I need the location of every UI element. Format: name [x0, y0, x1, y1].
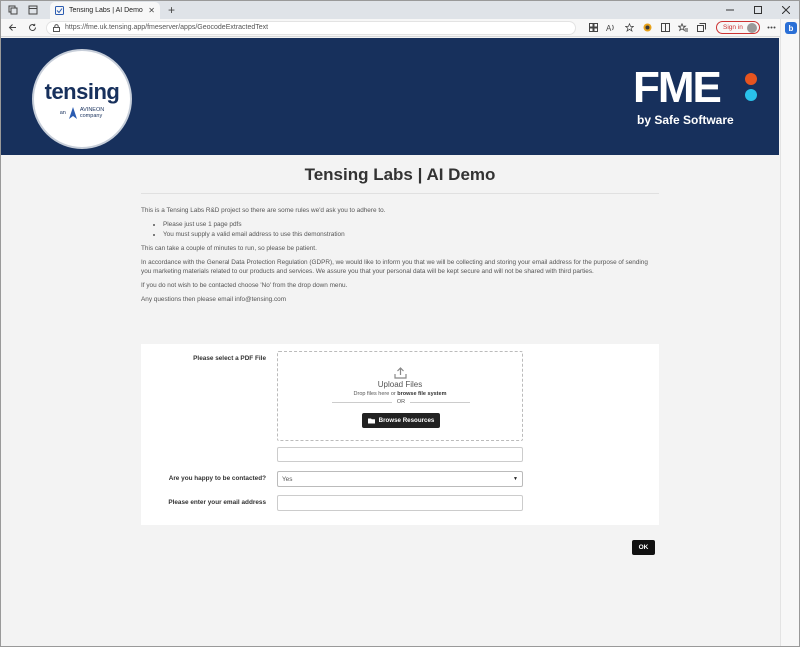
- main-content: Tensing Labs | AI Demo This is a Tensing…: [141, 155, 659, 309]
- or-divider: OR: [332, 399, 470, 406]
- sign-in-button[interactable]: Sign in: [716, 21, 760, 34]
- tab-title: Tensing Labs | AI Demo: [69, 7, 143, 14]
- contact-label: Are you happy to be contacted?: [168, 475, 266, 482]
- or-text: OR: [396, 399, 406, 405]
- web-page: tensing an AVINEON company FME by Safe S…: [0, 38, 779, 647]
- workspaces-icon[interactable]: [6, 3, 20, 17]
- bing-chat-icon[interactable]: b: [785, 22, 797, 34]
- fme-logo: FME by Safe Software: [633, 66, 763, 136]
- favorite-star-icon[interactable]: [620, 20, 638, 36]
- dropdown-caret-icon: ▼: [513, 476, 518, 482]
- gdpr-paragraph: In accordance with the General Data Prot…: [141, 259, 648, 275]
- app-available-icon[interactable]: [584, 20, 602, 36]
- more-options-icon[interactable]: [764, 20, 780, 36]
- form-panel: Please select a PDF File Upload Files Dr…: [141, 344, 659, 525]
- rule-item: You must supply a valid email address to…: [163, 230, 659, 239]
- rule-item: Please just use 1 page pdfs: [163, 220, 659, 229]
- questions-paragraph: Any questions then please email info@ten…: [141, 296, 287, 303]
- browser-tab-bar: Tensing Labs | AI Demo ✕ +: [0, 0, 800, 19]
- favorites-icon[interactable]: [674, 20, 692, 36]
- upload-files-title: Upload Files: [377, 380, 423, 389]
- lock-icon[interactable]: [53, 23, 60, 32]
- read-aloud-icon[interactable]: A: [602, 20, 620, 36]
- fme-blue-dot: [745, 89, 757, 101]
- close-window-icon[interactable]: [772, 0, 800, 19]
- page-title: Tensing Labs | AI Demo: [141, 165, 659, 194]
- intro-paragraph-2: This can take a couple of minutes to run…: [141, 245, 317, 252]
- browse-resources-button[interactable]: Browse Resources: [362, 413, 440, 428]
- email-label: Please enter your email address: [168, 499, 266, 506]
- favicon-icon: [55, 6, 64, 15]
- contact-select[interactable]: Yes ▼: [277, 471, 523, 487]
- window-controls: [716, 0, 800, 19]
- drop-files-text: Drop files here or browse file system: [278, 391, 522, 397]
- close-tab-icon[interactable]: ✕: [148, 6, 155, 15]
- intro-text: This is a Tensing Labs R&D project so th…: [141, 206, 659, 304]
- pdf-file-label: Please select a PDF File: [193, 355, 266, 362]
- back-arrow-icon[interactable]: [4, 20, 20, 36]
- address-bar[interactable]: https://fme.uk.tensing.app/fmeserver/app…: [46, 20, 576, 35]
- new-tab-button[interactable]: +: [168, 3, 175, 17]
- url-text: https://fme.uk.tensing.app/fmeserver/app…: [65, 24, 269, 31]
- extension-icon[interactable]: [638, 20, 656, 36]
- tab-actions-icon[interactable]: [26, 3, 40, 17]
- browse-resources-label: Browse Resources: [378, 417, 435, 424]
- browser-tools: A: [584, 20, 710, 36]
- collections-icon[interactable]: [692, 20, 710, 36]
- header-banner: tensing an AVINEON company FME by Safe S…: [0, 38, 779, 155]
- tensing-logo-word: tensing: [44, 79, 120, 104]
- folder-open-icon: [367, 418, 376, 424]
- optout-paragraph: If you do not wish to be contacted choos…: [141, 282, 348, 289]
- tensing-logo: tensing an AVINEON company: [32, 49, 132, 149]
- file-drop-zone[interactable]: Upload Files Drop files here or browse f…: [277, 351, 523, 441]
- fme-by-safe-software: by Safe Software: [637, 113, 734, 127]
- refresh-icon[interactable]: [24, 20, 40, 36]
- edge-sidebar: b: [780, 19, 800, 647]
- split-screen-icon[interactable]: [656, 20, 674, 36]
- drop-files-prefix: Drop files here or: [353, 391, 396, 397]
- profile-avatar-icon: [746, 22, 757, 33]
- email-input[interactable]: [277, 495, 523, 511]
- avineon-mark-icon: [68, 107, 77, 119]
- fme-logo-word: FME: [633, 63, 722, 112]
- selected-file-input[interactable]: [277, 447, 523, 462]
- browse-file-system-link[interactable]: browse file system: [397, 391, 446, 397]
- browser-toolbar: https://fme.uk.tensing.app/fmeserver/app…: [0, 19, 800, 37]
- ok-button[interactable]: OK: [632, 540, 655, 555]
- logo-company-text: company: [79, 113, 103, 119]
- intro-paragraph-1: This is a Tensing Labs R&D project so th…: [141, 207, 386, 214]
- contact-select-value: Yes: [282, 475, 293, 483]
- sign-in-label: Sign in: [723, 24, 743, 31]
- maximize-icon[interactable]: [744, 0, 772, 19]
- svg-text:A: A: [606, 24, 612, 32]
- fme-orange-dot: [745, 73, 757, 85]
- logo-an-text: an: [59, 110, 66, 116]
- minimize-icon[interactable]: [716, 0, 744, 19]
- avineon-logo: an AVINEON company: [60, 107, 104, 119]
- browser-tab[interactable]: Tensing Labs | AI Demo ✕: [50, 2, 160, 19]
- rules-list: Please just use 1 page pdfs You must sup…: [163, 220, 659, 239]
